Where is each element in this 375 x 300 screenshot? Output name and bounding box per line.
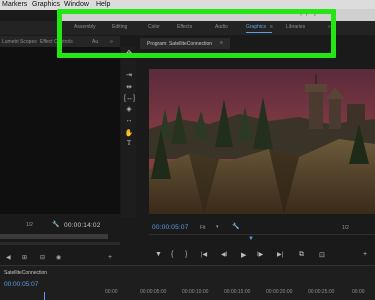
source-transport: ◀ ⊞ ⊟ ◉ +: [0, 254, 120, 264]
add-marker-icon[interactable]: ▼: [155, 251, 162, 258]
program-frame-image: [149, 69, 375, 214]
source-scrub-bar[interactable]: [0, 234, 108, 239]
go-to-out-icon[interactable]: ▶|: [277, 251, 283, 258]
ruler-label: 00:00:15:00: [224, 289, 251, 295]
ruler-label: 00:00: [352, 289, 365, 295]
export-frame-icon[interactable]: ⊡: [319, 251, 325, 259]
hand-tool-icon[interactable]: ✋: [124, 129, 134, 137]
play-icon[interactable]: ▶: [241, 251, 246, 259]
program-scrub-bar[interactable]: [149, 234, 375, 242]
timeline-timecode[interactable]: 00:00:05:07: [4, 281, 38, 288]
track-select-tool-icon[interactable]: ⇥: [124, 71, 134, 79]
slip-tool-icon[interactable]: ↔: [124, 117, 134, 124]
lift-icon[interactable]: ⧉: [299, 251, 304, 259]
ruler-label: 00:00:05:00: [140, 289, 167, 295]
timeline-playhead[interactable]: [44, 292, 45, 300]
workspace-highlight-box: [57, 9, 336, 58]
step-back-icon[interactable]: ◀: [6, 254, 11, 261]
tools-panel: ✥ ⇥ ⇹ [↔] ◈ ↔ ✋ T: [121, 47, 136, 217]
ripple-edit-tool-icon[interactable]: ⇹: [124, 83, 134, 91]
ruler-label: 00:00: [105, 289, 118, 295]
mark-out-icon[interactable]: }: [185, 251, 187, 258]
type-tool-icon[interactable]: T: [124, 139, 134, 147]
export-frame-icon[interactable]: ◉: [56, 254, 61, 261]
menu-markers[interactable]: Markers: [2, 0, 27, 10]
wrench-icon[interactable]: 🔧: [52, 221, 59, 228]
source-zoom-bar[interactable]: [0, 242, 120, 245]
ruler-label: 00:00:10:00: [182, 289, 209, 295]
ruler-label: 00:00:20:00: [266, 289, 293, 295]
fit-zoom-select[interactable]: Fit: [200, 225, 206, 231]
source-resolution[interactable]: 1/2: [26, 222, 33, 228]
source-timecode: 00:00:14:02: [64, 222, 101, 229]
ruler-label: 00:00:25:00: [308, 289, 335, 295]
step-forward-icon[interactable]: I▶: [257, 251, 263, 258]
mark-in-icon[interactable]: {: [171, 251, 173, 258]
overwrite-icon[interactable]: ⊟: [40, 254, 45, 261]
program-timecode[interactable]: 00:00:05:07: [152, 224, 189, 231]
program-transport: ▼ { } |◀ ◀I ▶ I▶ ▶| ⧉ ⊡ +: [149, 251, 375, 261]
sequence-tab[interactable]: SatelliteConnection: [4, 270, 47, 276]
add-button-icon[interactable]: +: [108, 254, 112, 261]
playhead-icon[interactable]: ▼: [248, 236, 254, 242]
tab-lumetri-scopes[interactable]: Lumetri Scopes: [2, 39, 37, 45]
go-to-in-icon[interactable]: |◀: [201, 251, 207, 258]
program-resolution[interactable]: 1/2: [342, 225, 349, 231]
step-back-icon[interactable]: ◀I: [221, 251, 227, 258]
razor-tool-icon[interactable]: ◈: [124, 105, 134, 113]
chevron-down-icon[interactable]: ▾: [216, 224, 219, 230]
rate-stretch-tool-icon[interactable]: [↔]: [124, 95, 135, 102]
insert-icon[interactable]: ⊞: [22, 254, 27, 261]
wrench-icon[interactable]: 🔧: [232, 223, 239, 230]
program-monitor-view: [149, 69, 375, 214]
add-button-icon[interactable]: +: [363, 251, 367, 258]
menu-graphics[interactable]: Graphics: [32, 0, 60, 10]
source-monitor-view: [0, 47, 120, 214]
